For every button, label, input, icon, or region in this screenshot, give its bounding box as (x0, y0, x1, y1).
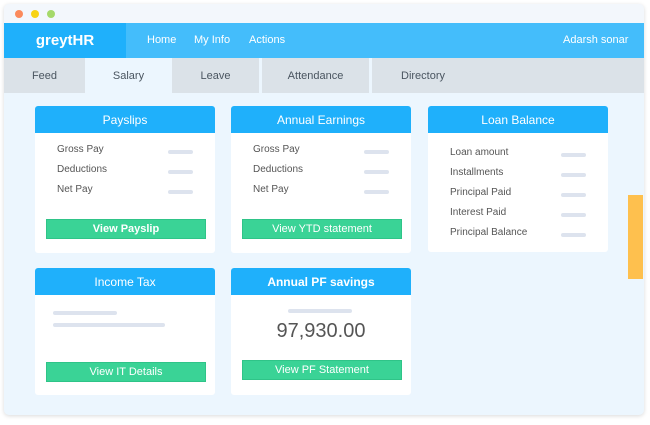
nav-my-info[interactable]: My Info (194, 34, 230, 46)
value-placeholder (561, 213, 586, 217)
pf-amount: 97,930.00 (231, 320, 411, 343)
title-bar (4, 4, 644, 23)
annual-pf-card: Annual PF savings 97,930.00 View PF Stat… (231, 268, 411, 395)
card-title: Annual Earnings (231, 106, 411, 133)
row-label: Gross Pay (57, 144, 104, 155)
value-placeholder (561, 193, 586, 197)
view-it-details-button[interactable]: View IT Details (46, 362, 206, 382)
payslips-card: Payslips Gross Pay Deductions Net Pay Vi… (35, 106, 215, 253)
value-placeholder (364, 150, 389, 154)
logo[interactable]: greytHR (4, 23, 126, 58)
row-label: Deductions (57, 164, 107, 175)
nav-home[interactable]: Home (147, 34, 176, 46)
row-label: Interest Paid (450, 207, 506, 218)
view-ytd-statement-button[interactable]: View YTD statement (242, 219, 402, 239)
maximize-window-button[interactable] (47, 10, 55, 18)
row-label: Installments (450, 167, 503, 178)
row-label: Principal Paid (450, 187, 511, 198)
row-label: Deductions (253, 164, 303, 175)
row-label: Net Pay (253, 184, 289, 195)
row-label: Principal Balance (450, 227, 527, 238)
value-placeholder (168, 170, 193, 174)
tab-leave[interactable]: Leave (172, 58, 259, 93)
value-placeholder (364, 170, 389, 174)
card-title: Income Tax (35, 268, 215, 295)
nav-actions[interactable]: Actions (249, 34, 285, 46)
close-window-button[interactable] (15, 10, 23, 18)
tab-feed[interactable]: Feed (4, 58, 85, 93)
value-placeholder (561, 233, 586, 237)
tab-salary[interactable]: Salary (86, 58, 171, 93)
user-name[interactable]: Adarsh sonar (563, 34, 628, 46)
card-title: Annual PF savings (231, 268, 411, 295)
card-title: Payslips (35, 106, 215, 133)
text-placeholder (288, 309, 352, 313)
text-placeholder (53, 311, 117, 315)
app-window: greytHR Home My Info Actions Adarsh sona… (4, 4, 644, 415)
scrollbar-thumb[interactable] (628, 195, 643, 279)
card-title: Loan Balance (428, 106, 608, 133)
tab-bar: Feed Salary Leave Attendance Directory (4, 58, 644, 93)
value-placeholder (561, 173, 586, 177)
row-label: Gross Pay (253, 144, 300, 155)
top-header: greytHR Home My Info Actions Adarsh sona… (4, 23, 644, 58)
logo-text: greytHR (36, 32, 94, 49)
income-tax-card: Income Tax View IT Details (35, 268, 215, 395)
row-label: Net Pay (57, 184, 93, 195)
view-payslip-button[interactable]: View Payslip (46, 219, 206, 239)
loan-balance-card: Loan Balance Loan amount Installments Pr… (428, 106, 608, 252)
tab-attendance[interactable]: Attendance (262, 58, 369, 93)
annual-earnings-card: Annual Earnings Gross Pay Deductions Net… (231, 106, 411, 253)
value-placeholder (561, 153, 586, 157)
text-placeholder (53, 323, 165, 327)
view-pf-statement-button[interactable]: View PF Statement (242, 360, 402, 380)
value-placeholder (364, 190, 389, 194)
row-label: Loan amount (450, 147, 508, 158)
minimize-window-button[interactable] (31, 10, 39, 18)
value-placeholder (168, 190, 193, 194)
tab-directory[interactable]: Directory (372, 58, 644, 93)
value-placeholder (168, 150, 193, 154)
